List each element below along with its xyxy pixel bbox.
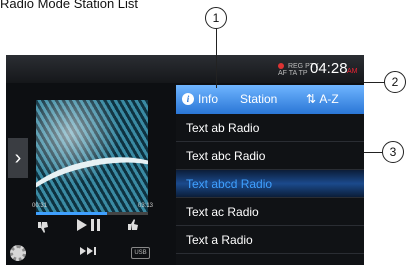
station-row[interactable]: Text ac Radio: [176, 198, 364, 226]
callout-2: 2: [384, 71, 406, 93]
station-list: Text ab Radio Text abc Radio Text abcd R…: [176, 114, 364, 254]
station-tab[interactable]: Station: [240, 92, 277, 106]
page-caption: Radio Mode Station List: [0, 0, 139, 11]
info-tab-label: Info: [198, 92, 219, 106]
sort-az-button[interactable]: ⇅ A-Z: [306, 92, 339, 106]
info-icon: i: [182, 93, 194, 105]
album-art: [36, 100, 148, 212]
play-pause-icon: [77, 219, 100, 231]
progress-fill: [36, 212, 107, 215]
thumbs-down-icon: [38, 222, 48, 233]
list-header: i Info Station ⇅ A-Z: [176, 85, 364, 114]
play-pause-button[interactable]: [76, 218, 102, 235]
station-name: Text abc Radio: [186, 148, 266, 163]
progress-bar[interactable]: [36, 212, 148, 215]
indicator-ta: TA: [288, 70, 297, 77]
elapsed-time: 00:31: [32, 203, 48, 209]
indicator-tp: TP: [298, 70, 308, 77]
previous-screen-button[interactable]: ›: [8, 138, 28, 178]
sort-label: A-Z: [319, 92, 339, 106]
gear-icon[interactable]: [10, 245, 26, 261]
thumbs-down-button[interactable]: [36, 220, 50, 237]
station-name: Text a Radio: [186, 232, 253, 247]
indicator-reg: REG: [287, 63, 304, 70]
status-bar: REG PTY AF TA TP 04:28 AM: [6, 55, 364, 83]
usb-source-badge: USB: [131, 247, 150, 259]
clock: 04:28: [310, 60, 348, 77]
thumbs-up-icon: [128, 219, 138, 230]
callout-3-leader: [364, 152, 383, 153]
head-unit-screen: REG PTY AF TA TP 04:28 AM › 00:31 03:13: [6, 55, 364, 265]
callout-3: 3: [382, 141, 404, 163]
callout-1-leader: [216, 28, 217, 88]
next-track-button[interactable]: [79, 244, 97, 259]
info-tab[interactable]: i Info: [182, 92, 218, 106]
chevron-right-icon: ›: [14, 146, 22, 169]
station-row[interactable]: Text abcd Radio: [176, 170, 364, 198]
thumbs-up-button[interactable]: [126, 218, 140, 235]
status-dot-icon: [278, 63, 284, 69]
station-row[interactable]: Text abc Radio: [176, 142, 364, 170]
clock-ampm: AM: [347, 68, 358, 75]
station-name: Text ab Radio: [186, 120, 260, 135]
station-list-panel: i Info Station ⇅ A-Z Text ab Radio Text …: [176, 85, 364, 265]
station-name: Text ac Radio: [186, 204, 259, 219]
station-name: Text abcd Radio: [186, 176, 273, 191]
indicator-af: AF: [278, 70, 287, 77]
sort-icon: ⇅: [306, 92, 320, 106]
station-row[interactable]: Text a Radio: [176, 226, 364, 254]
station-row[interactable]: Text ab Radio: [176, 114, 364, 142]
callout-1: 1: [205, 7, 227, 29]
callout-2-leader: [364, 82, 385, 83]
skip-next-icon: [80, 247, 96, 255]
total-time: 03:13: [138, 203, 154, 209]
